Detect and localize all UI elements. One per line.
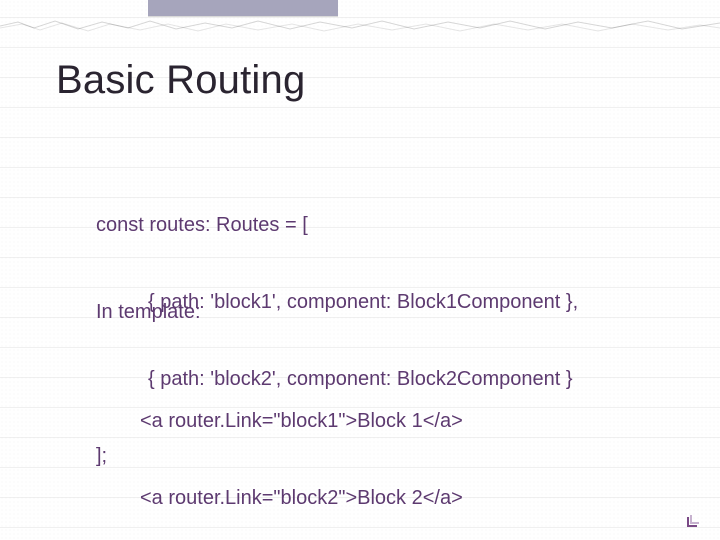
slide-title: Basic Routing	[56, 58, 305, 103]
routes-line-1: const routes: Routes = [	[96, 213, 578, 239]
template-anchors: <a router.Link="block1">Block 1</a> <a r…	[140, 358, 463, 540]
torn-edge-decoration	[0, 16, 720, 34]
template-anchor-1: <a router.Link="block1">Block 1</a>	[140, 409, 463, 435]
template-anchor-2: <a router.Link="block2">Block 2</a>	[140, 486, 463, 512]
top-accent-bar	[148, 0, 338, 16]
corner-accent-icon	[686, 510, 704, 528]
template-intro: In template:	[96, 300, 201, 326]
slide: Basic Routing const routes: Routes = [ {…	[0, 0, 720, 540]
